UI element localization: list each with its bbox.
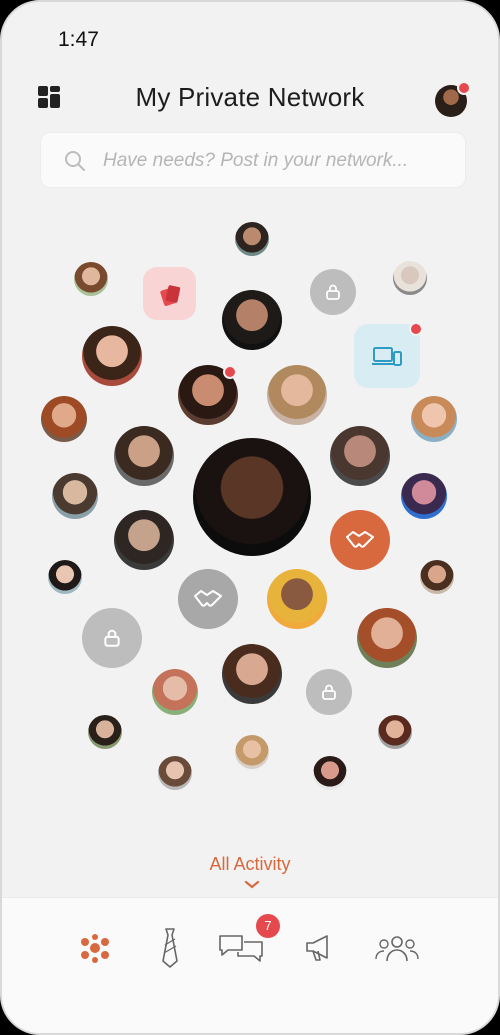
- devices-icon: [372, 347, 402, 366]
- phone-screen: 1:47 My Private Network Have needs? Post…: [0, 0, 500, 1035]
- handshake-icon: [194, 590, 222, 607]
- contact-avatar[interactable]: [401, 473, 447, 519]
- bottom-tab-bar: [2, 897, 498, 1033]
- main-contact-avatar[interactable]: [193, 438, 311, 556]
- contact-avatar[interactable]: [114, 510, 174, 570]
- search-icon: [65, 151, 85, 171]
- chevron-down-icon[interactable]: [244, 880, 260, 890]
- search-input[interactable]: [103, 147, 453, 175]
- tab-groups[interactable]: [372, 926, 422, 970]
- contact-avatar[interactable]: [313, 756, 347, 790]
- contact-avatar[interactable]: [235, 222, 269, 256]
- contact-avatar[interactable]: [41, 396, 87, 442]
- contact-avatar[interactable]: [158, 756, 192, 790]
- megaphone-icon: [306, 935, 328, 961]
- contact-avatar[interactable]: [114, 426, 174, 486]
- handshake-active[interactable]: [330, 510, 390, 570]
- cards-tile[interactable]: [143, 267, 196, 320]
- contact-avatar[interactable]: [52, 473, 98, 519]
- contact-avatar[interactable]: [88, 715, 122, 749]
- handshake-icon: [346, 531, 374, 548]
- contact-avatar[interactable]: [222, 644, 282, 704]
- search-bar[interactable]: [40, 132, 466, 188]
- locked-contact[interactable]: [310, 269, 356, 315]
- group-icon: [375, 936, 419, 962]
- contact-avatar[interactable]: [235, 735, 269, 769]
- messages-count-badge: 7: [256, 914, 280, 938]
- lock-icon: [326, 284, 340, 300]
- profile-notification-dot: [457, 81, 471, 95]
- contact-avatar[interactable]: [267, 365, 327, 425]
- contact-avatar[interactable]: [74, 262, 108, 296]
- network-icon: [81, 934, 109, 963]
- page-title: My Private Network: [135, 82, 365, 112]
- lock-icon: [104, 629, 120, 647]
- locked-contact[interactable]: [82, 608, 142, 668]
- tab-announcements[interactable]: [295, 926, 345, 970]
- contact-notification-dot: [223, 365, 237, 379]
- contact-avatar[interactable]: [82, 326, 142, 386]
- locked-contact[interactable]: [306, 669, 352, 715]
- header: My Private Network: [2, 80, 498, 117]
- tab-business[interactable]: [145, 926, 195, 970]
- contact-avatar[interactable]: [378, 715, 412, 749]
- contact-avatar[interactable]: [411, 396, 457, 442]
- contact-avatar[interactable]: [393, 261, 427, 295]
- chat-icon: [219, 935, 263, 962]
- devices-notification-dot: [409, 322, 423, 336]
- all-activity-link[interactable]: All Activity: [2, 854, 498, 875]
- contact-avatar[interactable]: [420, 560, 454, 594]
- contact-avatar[interactable]: [330, 426, 390, 486]
- contact-avatar[interactable]: [267, 569, 327, 629]
- handshake-inactive[interactable]: [178, 569, 238, 629]
- contact-avatar[interactable]: [222, 290, 282, 350]
- status-time: 1:47: [58, 28, 99, 51]
- contact-avatar[interactable]: [48, 560, 82, 594]
- tab-network[interactable]: [70, 926, 120, 970]
- cards-icon: [159, 284, 180, 306]
- lock-icon: [322, 684, 336, 700]
- contact-avatar[interactable]: [152, 669, 198, 715]
- tie-icon: [162, 928, 178, 968]
- contact-avatar[interactable]: [357, 608, 417, 668]
